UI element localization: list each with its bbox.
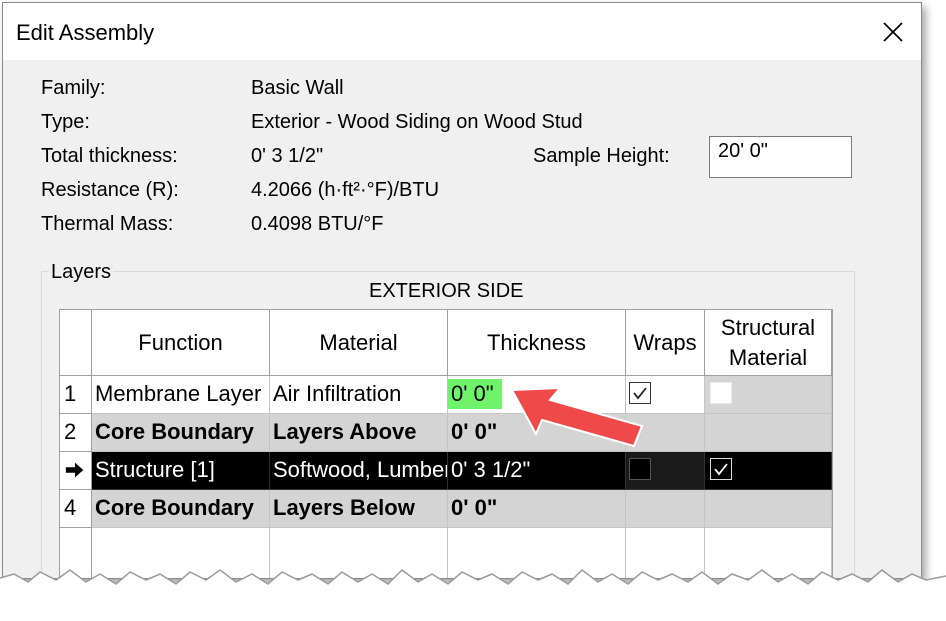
row-1-material[interactable]: Air Infiltration xyxy=(270,376,448,414)
layers-table: Function Material Thickness Wraps Struct… xyxy=(59,309,833,578)
checkmark-icon xyxy=(714,463,728,476)
row-4-wraps-cell xyxy=(626,490,705,528)
structural-header-line2: Material xyxy=(728,345,808,370)
column-header-function[interactable]: Function xyxy=(92,310,270,376)
column-header-wraps[interactable]: Wraps xyxy=(626,310,705,376)
row-2-structural-cell xyxy=(705,414,832,452)
close-icon xyxy=(883,21,903,42)
callout-arrow-icon xyxy=(510,386,644,448)
row-4-thickness[interactable]: 0' 0" xyxy=(448,490,626,528)
resistance-value: 4.2066 (h·ft²·°F)/BTU xyxy=(251,179,440,201)
sample-height-label: Sample Height: xyxy=(533,145,670,167)
row-4-material[interactable]: Layers Below xyxy=(270,490,448,528)
resistance-label: Resistance (R): xyxy=(41,179,179,201)
structural-header-line1: Structural xyxy=(720,315,816,340)
row-header-corner xyxy=(60,310,92,376)
row-number-2[interactable]: 2 xyxy=(60,414,92,452)
row-3-material[interactable]: Softwood, Lumber xyxy=(270,452,448,490)
row-3-structural-checkbox[interactable] xyxy=(710,458,732,480)
row-4-function[interactable]: Core Boundary xyxy=(92,490,270,528)
title-bar: Edit Assembly xyxy=(3,3,921,60)
row-number-4[interactable]: 4 xyxy=(60,490,92,528)
family-label: Family: xyxy=(41,77,106,99)
row-1-structural-checkbox[interactable] xyxy=(710,382,732,404)
dialog-title: Edit Assembly xyxy=(16,20,155,45)
row-3-wraps-checkbox[interactable] xyxy=(629,458,651,480)
current-row-arrow-icon xyxy=(65,462,84,478)
sample-height-input[interactable]: 20' 0" xyxy=(709,136,852,178)
layers-group-label: Layers xyxy=(49,261,114,284)
row-2-material[interactable]: Layers Above xyxy=(270,414,448,452)
column-header-structural-material[interactable]: Structural Material xyxy=(705,310,832,376)
row-4-structural-cell xyxy=(705,490,832,528)
edit-assembly-dialog: Edit Assembly Family: Basic Wall Type: E… xyxy=(2,2,922,579)
total-thickness-value: 0' 3 1/2" xyxy=(251,145,324,167)
torn-edge xyxy=(0,569,946,621)
total-thickness-label: Total thickness: xyxy=(41,145,178,167)
row-1-structural-cell xyxy=(705,376,832,414)
row-number-3[interactable] xyxy=(60,452,92,490)
row-3-function[interactable]: Structure [1] xyxy=(92,452,270,490)
thermal-mass-label: Thermal Mass: xyxy=(41,213,174,235)
column-header-thickness[interactable]: Thickness xyxy=(448,310,626,376)
close-button[interactable] xyxy=(865,3,921,60)
thermal-mass-value: 0.4098 BTU/°F xyxy=(251,213,384,235)
family-value: Basic Wall xyxy=(251,77,344,99)
type-value: Exterior - Wood Siding on Wood Stud xyxy=(251,111,583,133)
row-2-function[interactable]: Core Boundary xyxy=(92,414,270,452)
column-header-material[interactable]: Material xyxy=(270,310,448,376)
exterior-side-label: EXTERIOR SIDE xyxy=(369,280,524,302)
type-label: Type: xyxy=(41,111,90,133)
row-1-thickness-value[interactable]: 0' 0" xyxy=(448,379,502,409)
row-1-function[interactable]: Membrane Layer xyxy=(92,376,270,414)
row-3-structural-cell xyxy=(705,452,832,490)
row-number-1[interactable]: 1 xyxy=(60,376,92,414)
